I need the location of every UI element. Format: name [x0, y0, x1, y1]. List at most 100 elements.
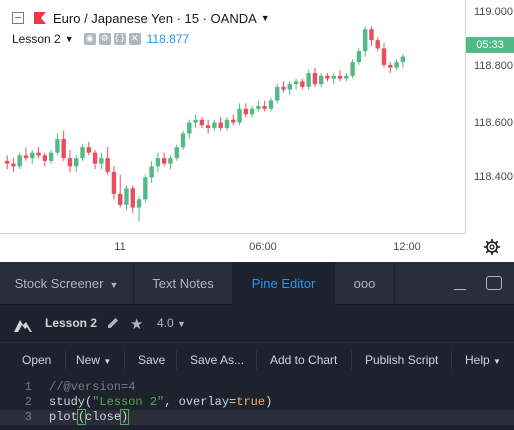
- candle-down: [111, 171, 117, 194]
- candle-down: [118, 193, 123, 205]
- script-name: Lesson 2: [45, 316, 98, 330]
- settings-icon[interactable]: ⚙: [98, 33, 111, 45]
- function-token: plot: [49, 410, 78, 424]
- paren-token: ): [265, 395, 273, 409]
- flag-icon[interactable]: [34, 12, 46, 24]
- code-editor[interactable]: 1 //@version=4 2 study("Lesson 2", overl…: [0, 376, 514, 430]
- candle-up: [350, 62, 355, 76]
- price-label: 119.000: [474, 6, 513, 18]
- chart-area[interactable]: Euro / Japanese Yen · 15 · OANDA ▼ Lesso…: [0, 0, 514, 262]
- maximize-icon[interactable]: [486, 276, 502, 290]
- save-as-button[interactable]: Save As...: [190, 343, 244, 377]
- chevron-down-icon[interactable]: ▼: [261, 13, 270, 23]
- line-number: 2: [24, 395, 32, 409]
- source-code-icon[interactable]: {}: [113, 33, 126, 45]
- eye-icon[interactable]: ◉: [83, 33, 96, 45]
- price-label: 118.600: [474, 117, 513, 129]
- close-plot-line: [7, 29, 403, 207]
- tab-stock-screener[interactable]: Stock Screener ▼: [0, 262, 134, 305]
- paren-token: (: [76, 409, 87, 425]
- candle-up: [356, 51, 362, 63]
- star-icon[interactable]: ★: [130, 315, 143, 333]
- candle-up: [124, 188, 129, 205]
- symbol-title[interactable]: Euro / Japanese Yen · 15 · OANDA: [53, 11, 257, 26]
- candle-down: [105, 158, 110, 172]
- time-label: 06:00: [249, 241, 277, 253]
- chevron-down-icon: ▼: [493, 357, 501, 366]
- candle-down: [381, 48, 387, 65]
- tab-label: Text Notes: [152, 276, 214, 291]
- comment-token: //@version=4: [49, 380, 136, 394]
- gear-icon[interactable]: [483, 238, 501, 256]
- line-number: 1: [24, 380, 32, 394]
- help-button[interactable]: Help ▼: [465, 343, 501, 377]
- toolbar-divider: [65, 351, 66, 369]
- candle-up: [237, 108, 242, 123]
- chevron-down-icon: ▼: [177, 319, 186, 329]
- argument-token: close: [85, 410, 122, 424]
- more-icon: ooo: [353, 276, 376, 291]
- version-selector[interactable]: 4.0 ▼: [157, 316, 186, 330]
- bottom-tab-bar: Stock Screener ▼ Text Notes Pine Editor o…: [0, 262, 514, 305]
- candle-down: [4, 160, 10, 164]
- indicator-legend[interactable]: Lesson 2 ▼ ◉ ⚙ {} ✕ 118.877: [12, 31, 189, 47]
- help-label: Help: [465, 353, 490, 367]
- time-label: 11: [114, 241, 126, 253]
- candle-up: [55, 138, 60, 153]
- last-price-countdown: 05:33: [466, 37, 514, 53]
- collapse-legend-icon[interactable]: [12, 12, 24, 24]
- app-window: Euro / Japanese Yen · 15 · OANDA ▼ Lesso…: [0, 0, 514, 430]
- candle-up: [275, 86, 280, 101]
- editor-toolbar: Open New ▼ Save Save As... Add to Chart …: [0, 342, 514, 376]
- open-button[interactable]: Open: [22, 343, 51, 377]
- chevron-down-icon: ▼: [103, 357, 112, 366]
- pine-logo-icon: [14, 320, 32, 332]
- tab-pine-editor[interactable]: Pine Editor: [233, 262, 335, 305]
- code-text[interactable]: //@version=4: [49, 380, 135, 395]
- boolean-token: true: [236, 395, 266, 409]
- code-line[interactable]: 1 //@version=4: [0, 380, 514, 395]
- chevron-down-icon: ▼: [109, 280, 119, 290]
- candle-down: [130, 188, 135, 208]
- price-label: 118.400: [474, 171, 513, 183]
- pencil-icon[interactable]: [106, 316, 120, 330]
- candle-up: [174, 147, 179, 159]
- tab-text-notes[interactable]: Text Notes: [134, 262, 233, 305]
- candle-up: [180, 133, 186, 148]
- code-line[interactable]: 2 study("Lesson 2", overlay=true): [0, 395, 514, 410]
- tab-more[interactable]: ooo: [335, 262, 395, 305]
- candle-up: [17, 155, 22, 167]
- function-token: study(: [49, 395, 93, 409]
- argument-token: , overlay=: [164, 395, 237, 409]
- candle-down: [61, 138, 66, 159]
- line-number: 3: [24, 410, 32, 424]
- indicator-name[interactable]: Lesson 2: [12, 32, 61, 46]
- code-text[interactable]: plot(close): [49, 409, 130, 425]
- toolbar-divider: [256, 351, 257, 369]
- chevron-down-icon[interactable]: ▼: [65, 34, 74, 44]
- version-label: 4.0: [157, 316, 174, 330]
- toolbar-divider: [124, 351, 125, 369]
- new-button[interactable]: New ▼: [76, 343, 111, 377]
- close-icon[interactable]: ✕: [128, 33, 141, 45]
- indicator-value: 118.877: [146, 32, 190, 46]
- code-line-active[interactable]: 3 plot(close): [0, 409, 514, 425]
- publish-script-button[interactable]: Publish Script: [365, 343, 438, 377]
- add-to-chart-button[interactable]: Add to Chart: [270, 343, 337, 377]
- new-label: New: [76, 353, 101, 367]
- tab-label: Stock Screener: [14, 276, 104, 291]
- toolbar-divider: [176, 351, 177, 369]
- string-token: "Lesson 2": [92, 395, 165, 409]
- candle-up: [187, 122, 192, 134]
- candle-up: [149, 166, 154, 178]
- paren-token: ): [120, 409, 130, 425]
- time-label: 12:00: [393, 241, 421, 253]
- time-axis[interactable]: 11 06:00 12:00: [0, 234, 466, 262]
- code-text[interactable]: study("Lesson 2", overlay=true): [49, 395, 272, 410]
- price-scale[interactable]: 119.000 118.800 118.600 118.400: [466, 0, 514, 234]
- save-button[interactable]: Save: [138, 343, 165, 377]
- candle-up: [143, 177, 148, 200]
- tab-label: Pine Editor: [251, 276, 316, 291]
- symbol-legend[interactable]: Euro / Japanese Yen · 15 · OANDA ▼: [12, 9, 270, 27]
- minimize-icon[interactable]: [454, 289, 466, 290]
